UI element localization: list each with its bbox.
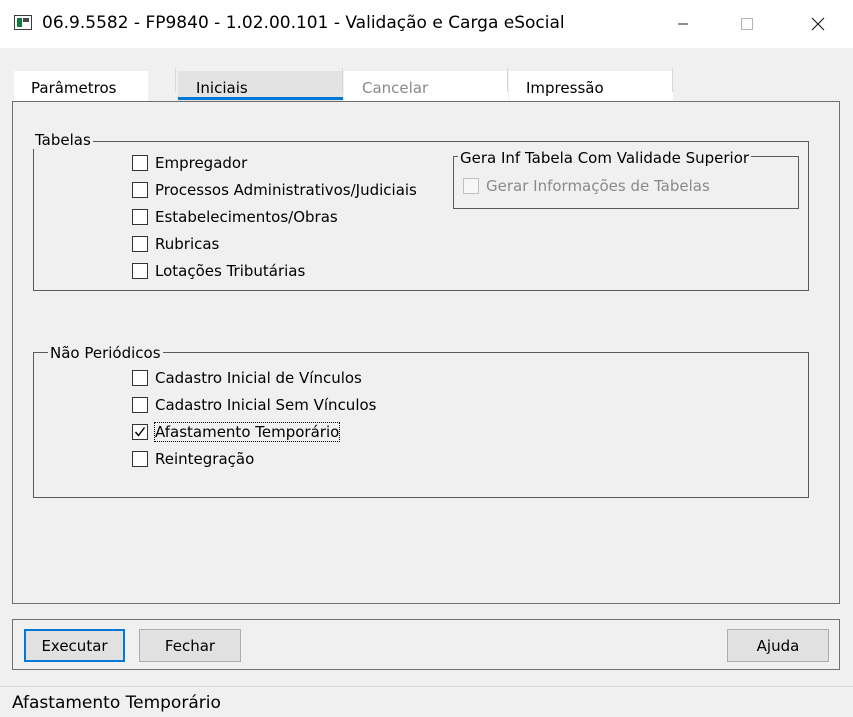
checkbox-afastamento-temporario[interactable]: Afastamento Temporário <box>132 418 376 445</box>
checkbox-processos[interactable]: Processos Administrativos/Judiciais <box>132 176 417 203</box>
checkbox-box[interactable] <box>132 154 148 171</box>
tab-divider <box>175 68 176 92</box>
status-text: Afastamento Temporário <box>12 693 221 713</box>
checkbox-label: Estabelecimentos/Obras <box>155 207 338 226</box>
tab-impressao[interactable]: Impressão <box>509 71 673 101</box>
checkbox-label: Reintegração <box>155 449 255 468</box>
checkbox-box[interactable] <box>132 181 148 198</box>
checkbox-box[interactable] <box>132 450 148 467</box>
checkbox-box[interactable] <box>132 208 148 225</box>
close-button[interactable] <box>795 0 841 48</box>
button-bar <box>12 619 840 670</box>
checkbox-empregador[interactable]: Empregador <box>132 149 417 176</box>
tab-divider <box>342 68 343 92</box>
app-icon <box>14 15 32 30</box>
checkbox-box <box>463 178 479 194</box>
minimize-icon <box>678 23 688 25</box>
tab-parametros[interactable]: Parâmetros <box>14 71 148 101</box>
nao-periodicos-legend: Não Periódicos <box>48 344 163 362</box>
checkbox-label: Gerar Informações de Tabelas <box>486 177 710 195</box>
checkbox-label: Afastamento Temporário <box>153 421 341 442</box>
close-icon <box>811 17 825 31</box>
ajuda-button[interactable]: Ajuda <box>727 629 829 662</box>
window-title: 06.9.5582 - FP9840 - 1.02.00.101 - Valid… <box>42 13 565 33</box>
checkbox-gerar-informacoes: Gerar Informações de Tabelas <box>463 175 710 197</box>
tab-label: Iniciais <box>196 79 248 97</box>
checkbox-rubricas[interactable]: Rubricas <box>132 230 417 257</box>
nao-periodicos-list: Cadastro Inicial de Vínculos Cadastro In… <box>132 364 376 472</box>
tabelas-legend: Tabelas <box>33 131 93 149</box>
checkbox-lotacoes[interactable]: Lotações Tributárias <box>132 257 417 284</box>
checkbox-box[interactable] <box>132 423 148 440</box>
executar-button[interactable]: Executar <box>24 629 125 662</box>
checkbox-box[interactable] <box>132 262 148 279</box>
tab-divider <box>672 68 673 92</box>
checkbox-cadastro-inicial-vinculos[interactable]: Cadastro Inicial de Vínculos <box>132 364 376 391</box>
checkbox-label: Lotações Tributárias <box>155 261 306 280</box>
tab-divider <box>507 68 508 92</box>
tab-label: Cancelar <box>362 79 429 97</box>
fechar-button[interactable]: Fechar <box>139 629 241 662</box>
checkbox-box[interactable] <box>132 235 148 252</box>
gera-inf-legend: Gera Inf Tabela Com Validade Superior <box>458 149 752 167</box>
checkbox-label: Cadastro Inicial Sem Vínculos <box>155 395 377 414</box>
checkbox-estabelecimentos[interactable]: Estabelecimentos/Obras <box>132 203 417 230</box>
checkbox-box[interactable] <box>132 369 148 386</box>
checkbox-label: Processos Administrativos/Judiciais <box>155 180 417 199</box>
minimize-button[interactable] <box>660 0 706 48</box>
tabelas-list: Empregador Processos Administrativos/Jud… <box>132 149 417 284</box>
tab-label: Parâmetros <box>31 79 117 97</box>
checkbox-label: Empregador <box>155 153 248 172</box>
checkbox-box[interactable] <box>132 396 148 413</box>
tab-cancelar: Cancelar <box>344 71 508 101</box>
tab-selected-indicator <box>178 97 343 100</box>
tab-label: Impressão <box>526 79 604 97</box>
maximize-button <box>724 0 770 48</box>
checkbox-cadastro-inicial-sem-vinculos[interactable]: Cadastro Inicial Sem Vínculos <box>132 391 376 418</box>
checkbox-label: Cadastro Inicial de Vínculos <box>155 368 362 387</box>
check-mark-icon <box>134 426 146 437</box>
checkbox-reintegracao[interactable]: Reintegração <box>132 445 376 472</box>
maximize-icon <box>741 18 753 30</box>
checkbox-label: Rubricas <box>155 234 220 253</box>
